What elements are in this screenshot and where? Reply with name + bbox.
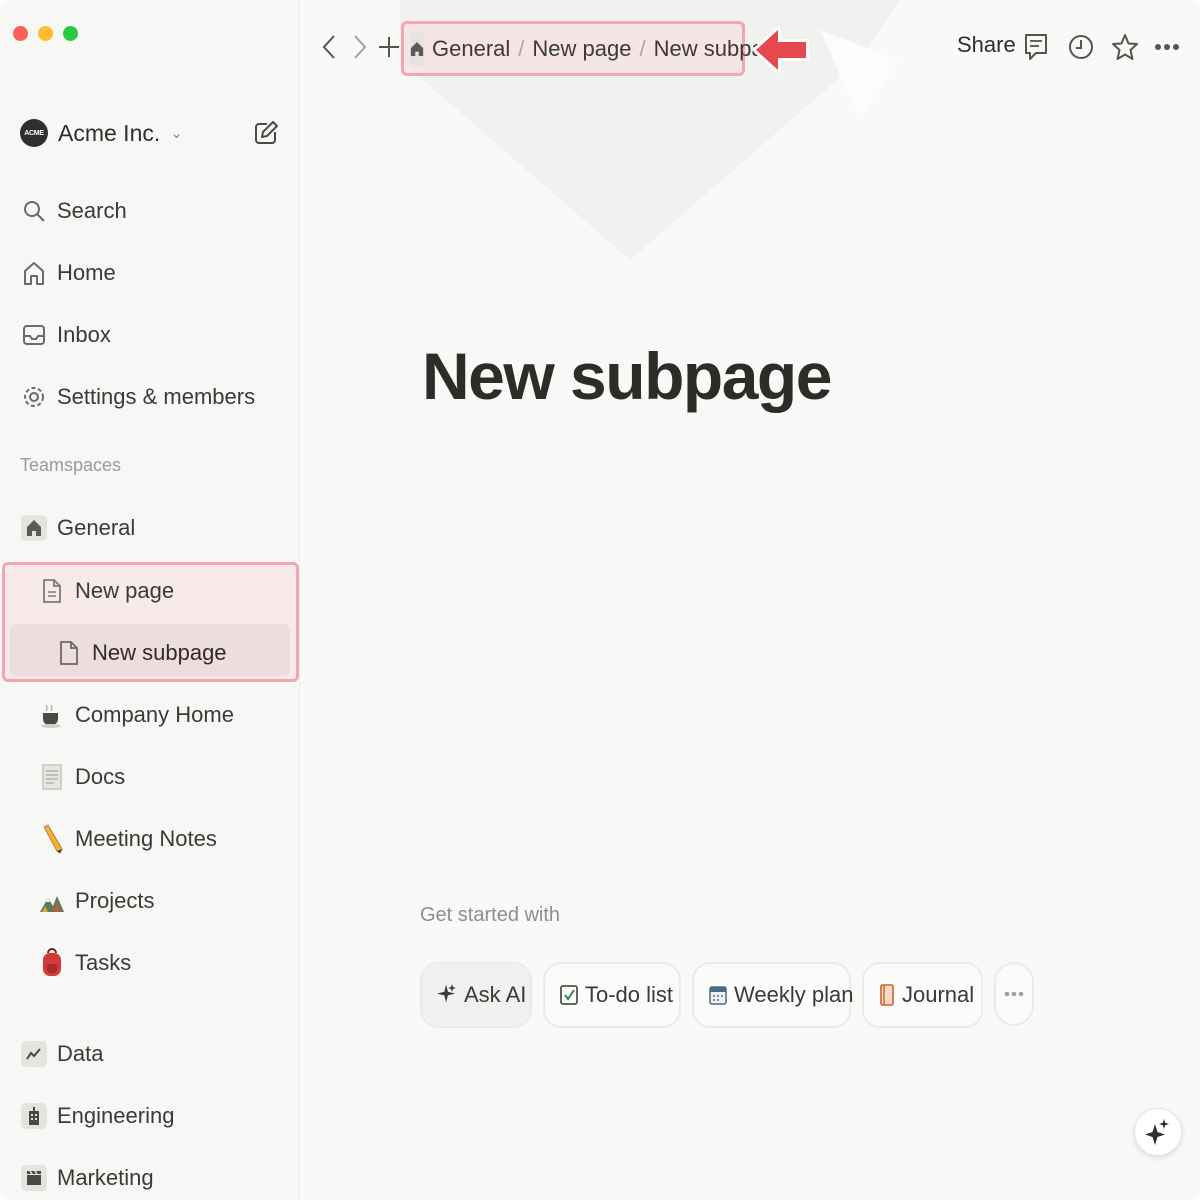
- sidebar-item-label: Company Home: [75, 702, 234, 727]
- more-horizontal-icon: [1004, 991, 1024, 997]
- sidebar-item-label: Engineering: [57, 1103, 175, 1128]
- top-bar: General / New page / New subpage Share: [300, 0, 1200, 96]
- share-button[interactable]: Share: [957, 32, 1016, 58]
- clock-icon: [1069, 35, 1093, 59]
- sidebar-item-label: Tasks: [75, 950, 132, 975]
- breadcrumb: General / New page / New subpage: [401, 21, 788, 76]
- sidebar-item-label: Search: [57, 198, 127, 223]
- breadcrumb-separator: /: [518, 35, 525, 61]
- star-icon: [1112, 34, 1138, 60]
- more-options-button[interactable]: [1152, 30, 1182, 64]
- arrow-left-icon: [753, 27, 809, 73]
- backpack-icon: [38, 948, 66, 977]
- house-icon: [410, 31, 424, 66]
- ask-ai-button[interactable]: Ask AI: [420, 962, 532, 1028]
- sidebar-item-label: Home: [57, 260, 116, 285]
- sidebar-item-label: New subpage: [92, 640, 227, 665]
- sidebar-item-data[interactable]: Data: [20, 1029, 103, 1079]
- building-icon: [20, 1102, 48, 1130]
- sidebar-item-docs[interactable]: Docs: [38, 752, 125, 802]
- app-window: ACME Acme Inc. ⌄ Search Home Inbox Setti…: [0, 0, 1200, 1200]
- chevron-left-icon: [322, 35, 335, 59]
- favorite-button[interactable]: [1110, 30, 1140, 64]
- sidebar-item-marketing[interactable]: Marketing: [20, 1153, 154, 1200]
- sidebar-item-label: Settings & members: [57, 384, 256, 409]
- pencil-icon: [38, 824, 66, 854]
- new-tab-button[interactable]: [376, 32, 402, 62]
- breadcrumb-item-new-page[interactable]: New page: [532, 36, 631, 62]
- coffee-icon: [38, 701, 66, 729]
- workspace-switcher[interactable]: ACME Acme Inc. ⌄: [20, 112, 281, 154]
- chip-label: Ask AI: [464, 982, 527, 1007]
- mountain-icon: [38, 887, 66, 915]
- history-button[interactable]: [1066, 30, 1096, 64]
- sidebar-item-label: Meeting Notes: [75, 826, 217, 851]
- journal-button[interactable]: Journal: [862, 962, 983, 1028]
- sidebar-item-projects[interactable]: Projects: [38, 876, 154, 926]
- page-icon: [55, 639, 83, 667]
- sidebar-item-new-page[interactable]: New page: [38, 566, 174, 616]
- get-started-label: Get started with: [420, 904, 561, 926]
- more-templates-button[interactable]: [994, 962, 1034, 1026]
- sidebar-item-company-home[interactable]: Company Home: [38, 690, 234, 740]
- page-title[interactable]: New subpage: [422, 338, 832, 414]
- todo-list-button[interactable]: To-do list: [543, 962, 681, 1028]
- sparkle-icon: [436, 982, 458, 1008]
- search-icon: [20, 197, 48, 225]
- breadcrumb-item-general[interactable]: General: [432, 36, 510, 62]
- sidebar-item-label: New page: [75, 578, 175, 603]
- plus-icon: [379, 37, 399, 57]
- sidebar-item-home[interactable]: Home: [20, 251, 289, 295]
- teamspaces-heading: Teamspaces: [20, 455, 122, 475]
- comments-button[interactable]: [1021, 30, 1051, 64]
- notebook-icon: [878, 982, 896, 1008]
- chevron-right-icon: [354, 35, 367, 59]
- chip-label: Weekly plan: [734, 982, 854, 1007]
- back-button[interactable]: [316, 32, 342, 62]
- sidebar-item-new-subpage[interactable]: New subpage: [55, 628, 227, 678]
- workspace-name: Acme Inc.: [58, 119, 161, 146]
- maximize-window-button[interactable]: [63, 26, 78, 41]
- sidebar-item-label: Inbox: [57, 322, 111, 347]
- sidebar-item-engineering[interactable]: Engineering: [20, 1091, 174, 1141]
- sidebar-item-inbox[interactable]: Inbox: [20, 313, 289, 357]
- sidebar-item-search[interactable]: Search: [20, 189, 289, 233]
- sidebar-item-label: Data: [57, 1041, 104, 1066]
- clapper-icon: [20, 1164, 48, 1192]
- inbox-icon: [20, 321, 48, 349]
- calendar-icon: [708, 982, 728, 1008]
- breadcrumb-separator: /: [639, 35, 646, 61]
- checkbox-icon: [559, 982, 579, 1008]
- sidebar-item-tasks[interactable]: Tasks: [38, 938, 131, 988]
- sparkle-icon: [1145, 1119, 1169, 1145]
- sidebar: ACME Acme Inc. ⌄ Search Home Inbox Setti…: [0, 0, 300, 1200]
- sidebar-item-label: Projects: [75, 888, 155, 913]
- chart-icon: [20, 1040, 48, 1068]
- comment-icon: [1025, 34, 1047, 60]
- home-icon: [20, 259, 48, 287]
- close-window-button[interactable]: [13, 26, 28, 41]
- forward-button[interactable]: [347, 32, 373, 62]
- window-controls: [13, 26, 78, 41]
- gear-icon: [20, 383, 48, 411]
- sidebar-item-meeting-notes[interactable]: Meeting Notes: [38, 814, 217, 864]
- weekly-plan-button[interactable]: Weekly plan: [692, 962, 854, 1028]
- sidebar-item-settings[interactable]: Settings & members: [20, 375, 289, 419]
- sidebar-item-general[interactable]: General: [20, 503, 135, 553]
- sidebar-item-label: Docs: [75, 764, 126, 789]
- chip-label: Journal: [902, 982, 975, 1007]
- house-icon: [20, 514, 48, 542]
- sidebar-item-label: General: [57, 515, 136, 540]
- chevron-down-icon: ⌄: [170, 125, 183, 142]
- sidebar-item-label: Marketing: [57, 1165, 154, 1190]
- page-icon: [38, 577, 66, 605]
- document-icon: [38, 763, 66, 791]
- chip-label: To-do list: [585, 982, 674, 1007]
- workspace-logo: ACME: [20, 119, 48, 147]
- minimize-window-button[interactable]: [38, 26, 53, 41]
- more-horizontal-icon: [1155, 44, 1179, 50]
- compose-icon[interactable]: [251, 118, 281, 148]
- ai-assistant-button[interactable]: [1134, 1108, 1182, 1156]
